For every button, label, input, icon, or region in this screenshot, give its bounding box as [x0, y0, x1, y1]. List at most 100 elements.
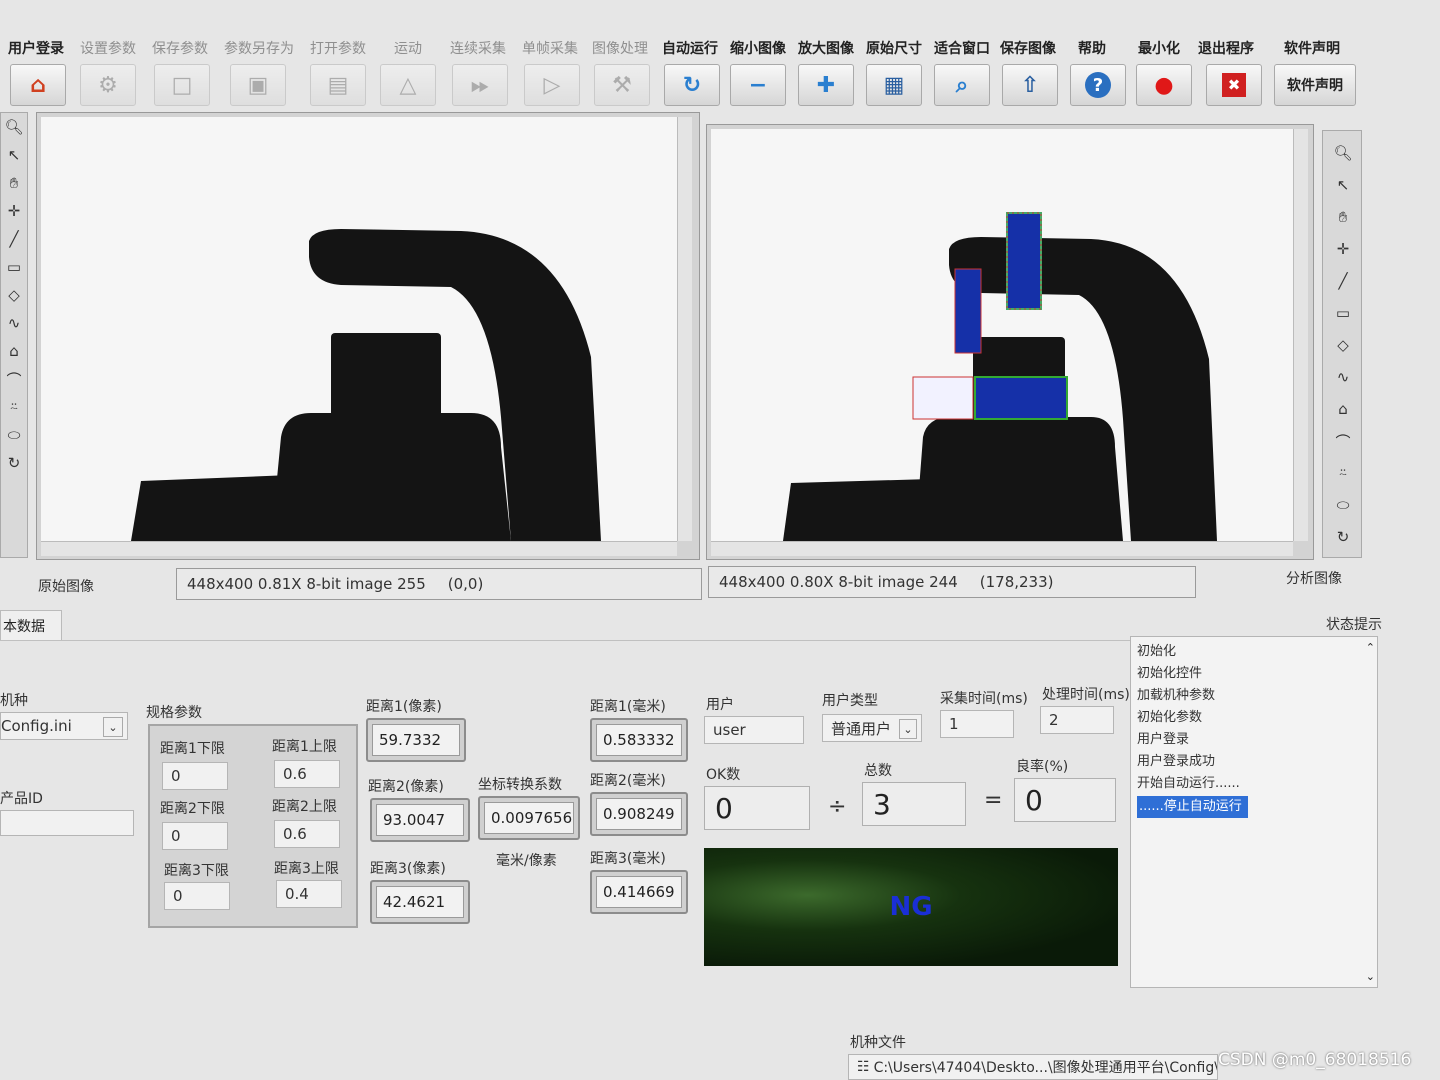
- oval-tool-icon[interactable]: ⬭: [1323, 489, 1363, 521]
- freehand-region-tool-icon[interactable]: ⍨: [1, 393, 27, 421]
- play-icon: ▷: [543, 72, 561, 98]
- polyline-tool-icon[interactable]: ⌒: [1, 365, 27, 393]
- floppy-icon: ▦: [883, 72, 905, 98]
- triangle-icon: △: [399, 72, 417, 98]
- pixel-dist3-value: 42.4621: [376, 886, 464, 918]
- toolbar-button-11[interactable]: ✚: [798, 64, 854, 106]
- dist2-high-input[interactable]: 0.6: [274, 820, 340, 848]
- freehand-region-tool-icon[interactable]: ⍨: [1323, 457, 1363, 489]
- toolbar-button-0[interactable]: ⌂: [10, 64, 66, 106]
- analysis-image-canvas[interactable]: [711, 129, 1293, 541]
- zoom-tool-icon[interactable]: 🔍︎: [1, 113, 27, 141]
- model-select[interactable]: Config.ini ⌄: [0, 712, 128, 740]
- menu-item-6[interactable]: 连续采集: [450, 38, 506, 58]
- menu-item-8[interactable]: 图像处理: [592, 38, 648, 58]
- original-image-canvas[interactable]: [41, 117, 677, 541]
- original-horizontal-scrollbar[interactable]: [41, 541, 677, 556]
- chevron-down-icon[interactable]: ⌄: [899, 719, 917, 739]
- menu-item-0[interactable]: 用户登录: [8, 38, 64, 58]
- polyline-tool-icon[interactable]: ⌒: [1323, 425, 1363, 457]
- menu-item-1[interactable]: 设置参数: [80, 38, 136, 58]
- status-log-item: ......停止自动运行: [1137, 796, 1248, 818]
- original-vertical-scrollbar[interactable]: [677, 117, 692, 541]
- rectangle-tool-icon[interactable]: ▭: [1323, 297, 1363, 329]
- menu-item-4[interactable]: 打开参数: [310, 38, 366, 58]
- toolbar-button-3[interactable]: ▣: [230, 64, 286, 106]
- menu-item-5[interactable]: 运动: [394, 38, 422, 58]
- menu-item-17[interactable]: 退出程序: [1198, 38, 1254, 58]
- chevron-down-icon[interactable]: ⌄: [103, 717, 123, 737]
- toolbar-button-4[interactable]: ▤: [310, 64, 366, 106]
- analysis-vertical-scrollbar[interactable]: [1293, 129, 1308, 541]
- original-part-image: [131, 229, 601, 541]
- pointer-tool-icon[interactable]: ↖: [1, 141, 27, 169]
- annulus-tool-icon[interactable]: ↻: [1323, 521, 1363, 553]
- menu-item-13[interactable]: 适合窗口: [934, 38, 990, 58]
- product-id-input[interactable]: [0, 810, 134, 836]
- dist1-high-input[interactable]: 0.6: [274, 760, 340, 788]
- dist1-low-input[interactable]: 0: [162, 762, 228, 790]
- toolbar-button-12[interactable]: ▦: [866, 64, 922, 106]
- dist2-low-input[interactable]: 0: [162, 822, 228, 850]
- tab-basic-data[interactable]: 本数据: [0, 610, 62, 640]
- analysis-image-info: 448x400 0.80X 8-bit image 244: [719, 573, 958, 591]
- menu-item-18[interactable]: 软件声明: [1284, 38, 1340, 58]
- config-file-path-text: C:\Users\47404\Deskto...\图像处理通用平台\Config…: [873, 1060, 1218, 1076]
- dist3-high-input[interactable]: 0.4: [276, 880, 342, 908]
- right-tool-palette: 🔍︎ ↖ ✋︎ ✛ ╱ ▭ ◇ ∿ ⌂ ⌒ ⍨ ⬭ ↻: [1322, 130, 1362, 558]
- user-type-select[interactable]: 普通用户 ⌄: [822, 714, 922, 742]
- menu-item-9[interactable]: 自动运行: [662, 38, 718, 58]
- freehand-tool-icon[interactable]: ∿: [1323, 361, 1363, 393]
- line-tool-icon[interactable]: ╱: [1323, 265, 1363, 297]
- toolbar-button-16[interactable]: ●: [1136, 64, 1192, 106]
- analysis-image-status: 448x400 0.80X 8-bit image 244 (178,233): [708, 566, 1196, 598]
- zoom-tool-icon[interactable]: 🔍︎: [1323, 137, 1363, 169]
- pan-tool-icon[interactable]: ✋︎: [1323, 201, 1363, 233]
- blank-icon: □: [171, 72, 193, 98]
- menu-item-2[interactable]: 保存参数: [152, 38, 208, 58]
- dist1-low-label: 距离1下限: [160, 741, 225, 757]
- menu-item-11[interactable]: 放大图像: [798, 38, 854, 58]
- menu-item-12[interactable]: 原始尺寸: [866, 38, 922, 58]
- toolbar-button-14[interactable]: ⇧: [1002, 64, 1058, 106]
- config-file-path[interactable]: ☷ C:\Users\47404\Deskto...\图像处理通用平台\Conf…: [848, 1054, 1218, 1080]
- toolbar-button-10[interactable]: −: [730, 64, 786, 106]
- menu-item-3[interactable]: 参数另存为: [224, 38, 294, 58]
- menu-item-15[interactable]: 帮助: [1078, 38, 1106, 58]
- rotated-rect-tool-icon[interactable]: ◇: [1, 281, 27, 309]
- scroll-down-icon[interactable]: ⌄: [1366, 970, 1375, 983]
- toolbar-button-9[interactable]: ↻: [664, 64, 720, 106]
- tab-basic-data-label: 本数据: [3, 618, 45, 635]
- toolbar-button-2[interactable]: □: [154, 64, 210, 106]
- toolbar-button-15[interactable]: ?: [1070, 64, 1126, 106]
- toolbar-button-13[interactable]: ⌕: [934, 64, 990, 106]
- pointer-tool-icon[interactable]: ↖: [1323, 169, 1363, 201]
- analysis-horizontal-scrollbar[interactable]: [711, 541, 1293, 556]
- pan-tool-icon[interactable]: ✋︎: [1, 169, 27, 197]
- toolbar-button-17[interactable]: ✖: [1206, 64, 1262, 106]
- crosshair-tool-icon[interactable]: ✛: [1323, 233, 1363, 265]
- software-declaration-button[interactable]: 软件声明: [1274, 64, 1356, 106]
- analysis-image-caption: 分析图像: [1286, 571, 1342, 587]
- menu-item-10[interactable]: 缩小图像: [730, 38, 786, 58]
- crosshair-tool-icon[interactable]: ✛: [1, 197, 27, 225]
- line-tool-icon[interactable]: ╱: [1, 225, 27, 253]
- toolbar-button-6[interactable]: ⏩︎: [452, 64, 508, 106]
- toolbar-button-5[interactable]: △: [380, 64, 436, 106]
- polygon-tool-icon[interactable]: ⌂: [1323, 393, 1363, 425]
- scroll-up-icon[interactable]: ⌃: [1366, 641, 1375, 654]
- coef-label: 坐标转换系数: [478, 777, 562, 793]
- menu-item-14[interactable]: 保存图像: [1000, 38, 1056, 58]
- annulus-tool-icon[interactable]: ↻: [1, 449, 27, 477]
- rectangle-tool-icon[interactable]: ▭: [1, 253, 27, 281]
- dist3-low-input[interactable]: 0: [164, 882, 230, 910]
- toolbar-button-1[interactable]: ⚙: [80, 64, 136, 106]
- menu-item-16[interactable]: 最小化: [1138, 38, 1180, 58]
- freehand-tool-icon[interactable]: ∿: [1, 309, 27, 337]
- rotated-rect-tool-icon[interactable]: ◇: [1323, 329, 1363, 361]
- oval-tool-icon[interactable]: ⬭: [1, 421, 27, 449]
- toolbar-button-8[interactable]: ⚒: [594, 64, 650, 106]
- menu-item-7[interactable]: 单帧采集: [522, 38, 578, 58]
- polygon-tool-icon[interactable]: ⌂: [1, 337, 27, 365]
- toolbar-button-7[interactable]: ▷: [524, 64, 580, 106]
